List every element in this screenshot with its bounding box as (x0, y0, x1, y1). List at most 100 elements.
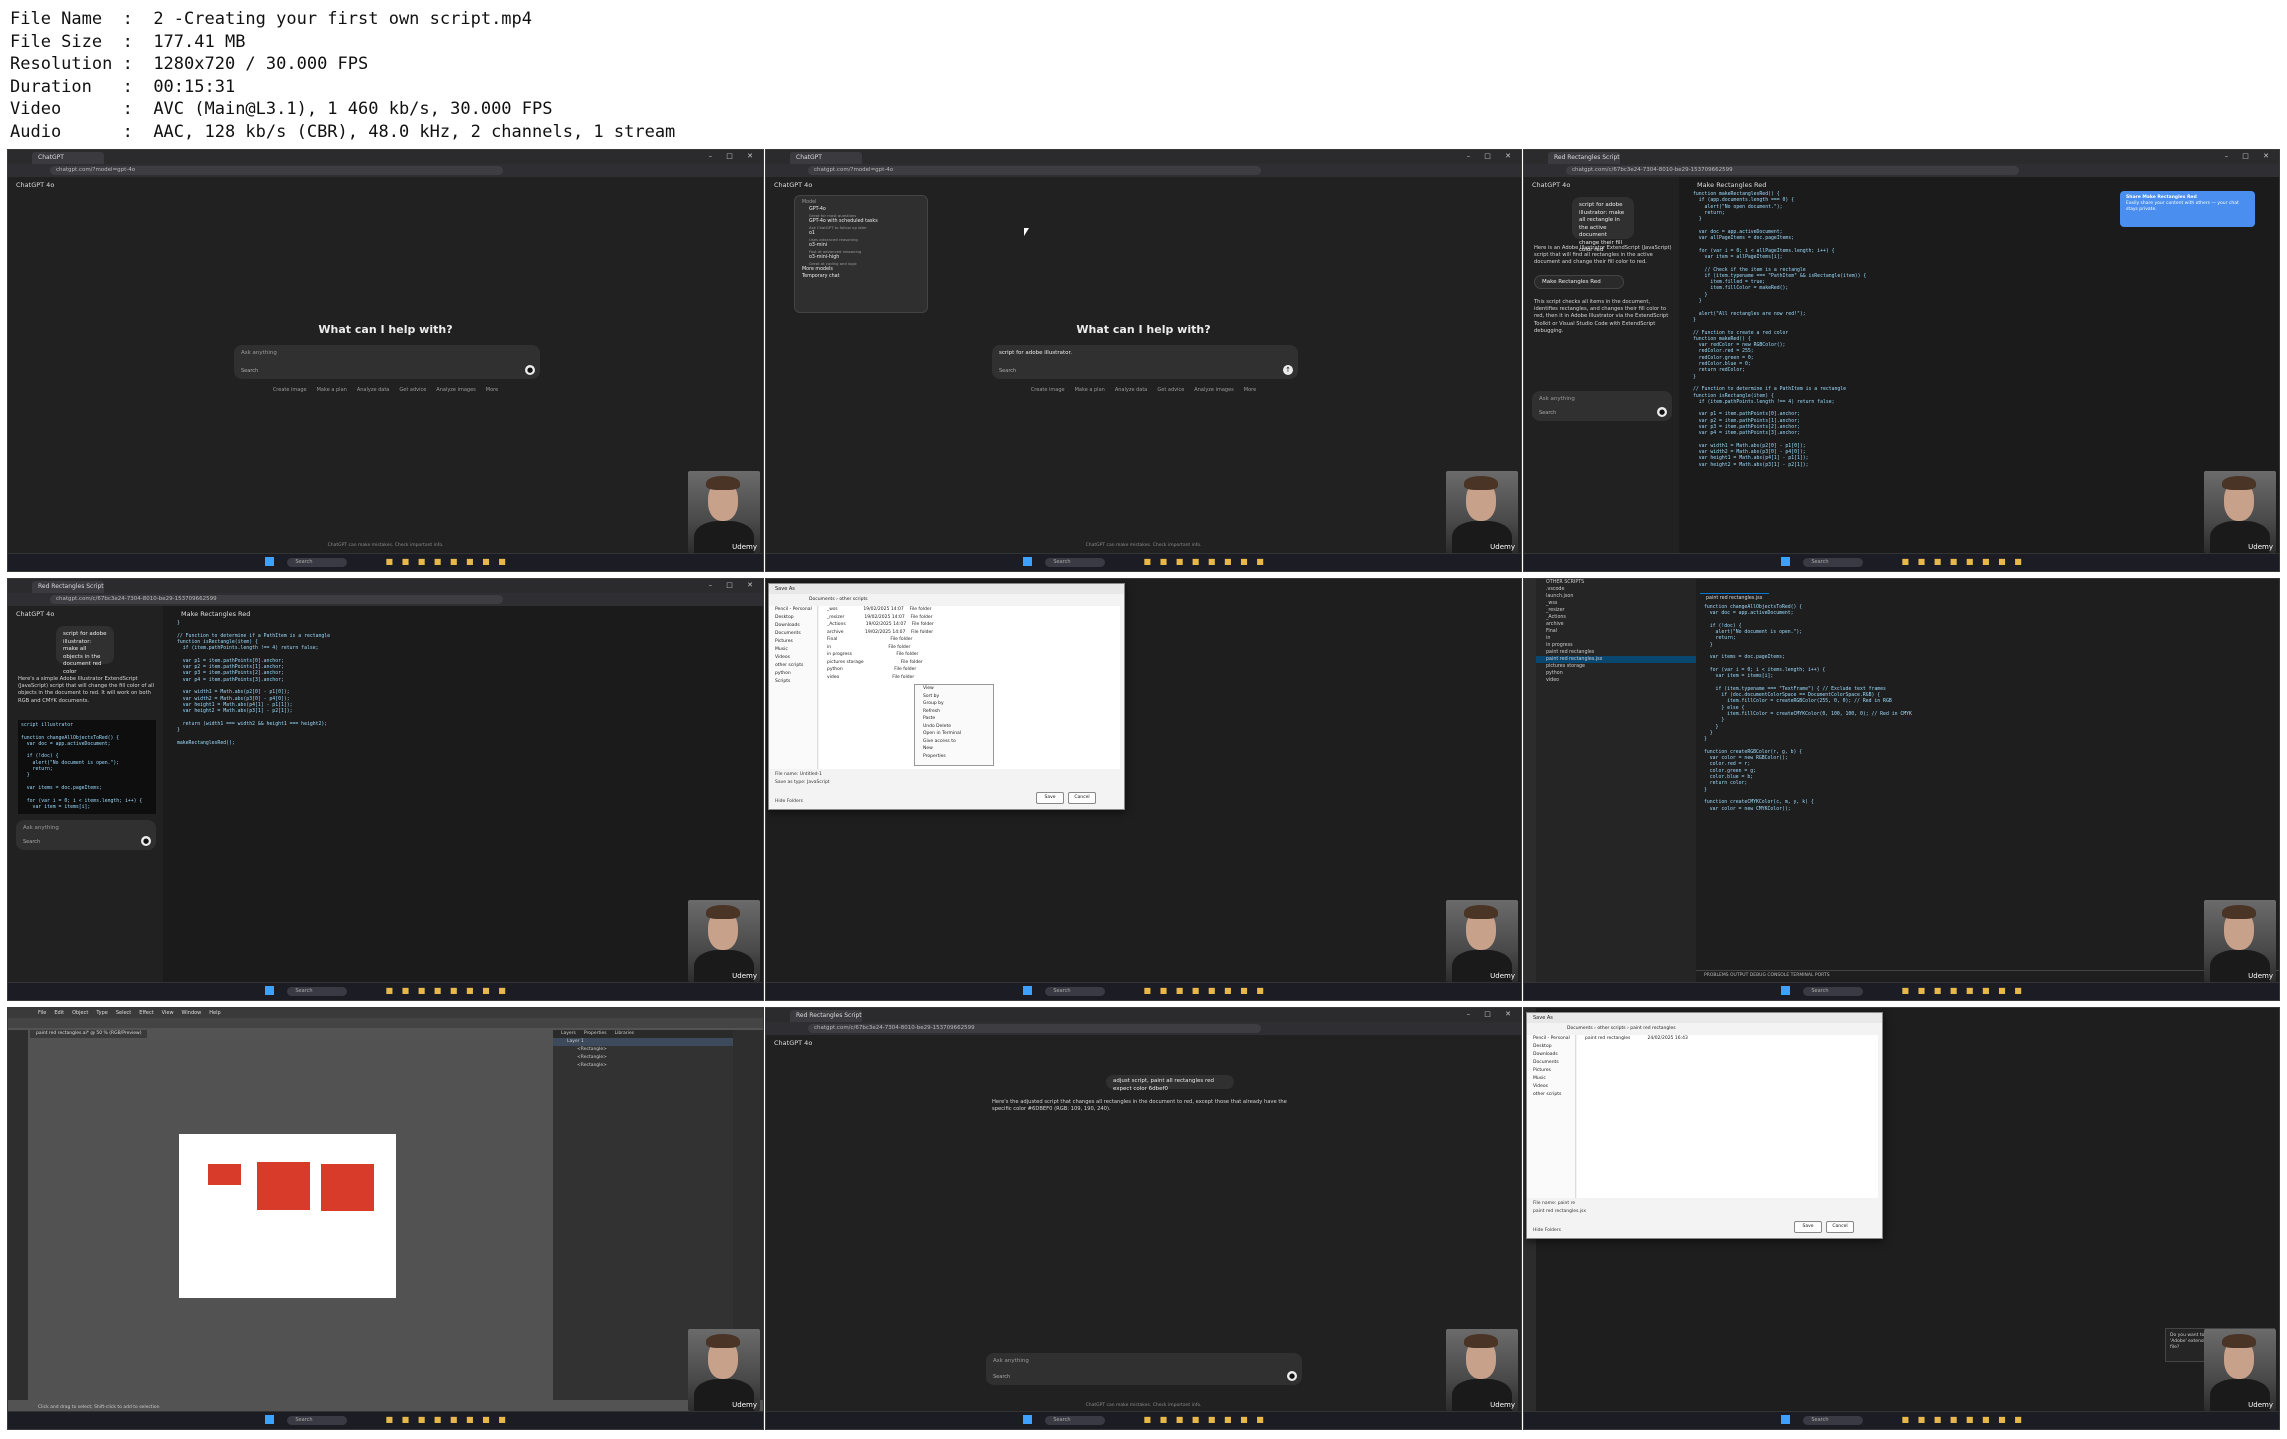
canvas-code[interactable]: } // Function to determine if a PathItem… (177, 621, 330, 747)
context-menu-item[interactable]: Open in Terminal (915, 730, 993, 738)
voice-button[interactable]: ● (1287, 1371, 1297, 1381)
search-tool[interactable]: Search (993, 1374, 1010, 1380)
canvas-code[interactable]: function makeRectanglesRed() { if (app.d… (1693, 192, 1866, 469)
rectangle-1[interactable] (208, 1164, 241, 1185)
explorer-item[interactable]: archive (1536, 621, 1696, 628)
layer-row[interactable]: <Rectangle> (553, 1054, 733, 1062)
url-text[interactable]: chatgpt.com/?model=gpt-4o (50, 166, 503, 175)
file-name-input[interactable]: paint re (1558, 1201, 1575, 1206)
url-text[interactable]: chatgpt.com/c/67bc3e24-7304-8010-be29-15… (1566, 166, 2019, 175)
prompt-box[interactable]: Ask anything Search ● (1532, 391, 1672, 421)
context-menu-item[interactable]: View (915, 685, 993, 693)
control-bar[interactable] (8, 1018, 763, 1028)
nav-item[interactable]: Pencil - Personal (769, 606, 817, 614)
context-menu-item[interactable]: Refresh (915, 708, 993, 716)
explorer-item[interactable]: paint red rectangles.jsx (1536, 656, 1696, 663)
browser-tab[interactable]: ChatGPT (790, 152, 862, 164)
send-button[interactable]: ↑ (1283, 365, 1293, 375)
browser-tab[interactable]: Red Rectangles Script (32, 581, 104, 593)
model-selector[interactable]: ChatGPT 4o (774, 181, 812, 189)
address-bar[interactable]: chatgpt.com/c/67bc3e24-7304-8010-be29-15… (766, 1022, 1521, 1035)
windows-start-icon[interactable] (1022, 557, 1032, 566)
panel-tabs[interactable]: Layers Properties Libraries (553, 1030, 733, 1038)
file-row[interactable]: pictures storage File folder (819, 659, 1120, 667)
file-row[interactable]: python File folder (819, 666, 1120, 674)
context-menu-item[interactable]: Undo Delete (915, 723, 993, 731)
taskbar-search[interactable]: Search (1045, 558, 1106, 567)
windows-start-icon[interactable] (1780, 986, 1790, 995)
hide-folders[interactable]: Hide Folders (775, 799, 803, 804)
explorer-item[interactable]: Final (1536, 628, 1696, 635)
share-toast[interactable]: Share Make Rectangles Red Easily share y… (2120, 191, 2255, 227)
model-option[interactable]: o1 Uses advanced reasoning (795, 230, 927, 242)
illustrator-menubar[interactable]: File Edit Object Type Select Effect View Window… (8, 1008, 763, 1018)
window-controls[interactable]: – □ ✕ (1467, 1010, 1517, 1018)
suggestion-chip[interactable]: Analyze data (357, 387, 390, 393)
explorer-item[interactable]: pictures storage (1536, 663, 1696, 670)
window-controls[interactable]: – □ ✕ (709, 581, 759, 589)
search-tool[interactable]: Search (23, 839, 40, 845)
prompt-box[interactable]: Ask anything Search ● (16, 820, 156, 850)
address-bar[interactable]: chatgpt.com/c/67bc3e24-7304-8010-be29-15… (8, 593, 763, 606)
model-selector[interactable]: ChatGPT 4o (1532, 181, 1570, 189)
file-row[interactable]: in File folder (819, 644, 1120, 652)
nav-item[interactable]: other scripts (1527, 1091, 1575, 1099)
model-option[interactable]: o3-mini-high Great at coding and logic (795, 254, 927, 266)
tools-panel[interactable] (8, 1030, 28, 1400)
explorer-item[interactable]: python (1536, 670, 1696, 677)
taskbar-app-icons[interactable]: ■ ■ ■ ■ ■ ■ ■ ■ (1144, 1415, 1267, 1424)
suggestion-chip[interactable]: Analyze images (436, 387, 475, 393)
explorer-item[interactable]: launch.json (1536, 593, 1696, 600)
rectangle-3[interactable] (321, 1164, 374, 1211)
suggestion-chip[interactable]: Make a plan (1075, 387, 1105, 393)
suggestion-chip[interactable]: Analyze data (1115, 387, 1148, 393)
menu-item[interactable]: Type (96, 1010, 107, 1016)
file-row[interactable]: _resizer 19/02/2025 14:07 File folder (819, 614, 1120, 622)
window-controls[interactable]: – □ ✕ (709, 152, 759, 160)
address-bar[interactable]: chatgpt.com/?model=gpt-4o (8, 164, 763, 177)
windows-start-icon[interactable] (1022, 986, 1032, 995)
windows-start-icon[interactable] (264, 557, 274, 566)
model-option[interactable]: GPT-4o Great for most questions (795, 206, 927, 218)
autocomplete-suggestion[interactable]: paint red rectangles.jsx (1533, 1208, 1878, 1216)
panel-tab[interactable]: Layers (561, 1031, 576, 1036)
file-row[interactable]: _wss 19/02/2025 14:07 File folder (819, 606, 1120, 614)
url-text[interactable]: chatgpt.com/c/67bc3e24-7304-8010-be29-15… (808, 1024, 1261, 1033)
suggestion-chip[interactable]: Create image (273, 387, 307, 393)
context-menu-item[interactable]: Give access to (915, 738, 993, 746)
more-models[interactable]: More models (795, 266, 927, 273)
taskbar-search[interactable]: Search (1803, 1416, 1864, 1425)
save-button[interactable]: Save (1794, 1221, 1822, 1233)
explorer-item[interactable]: paint red rectangles (1536, 649, 1696, 656)
explorer-item[interactable]: _wss (1536, 600, 1696, 607)
browser-tab[interactable]: ChatGPT (32, 152, 104, 164)
document-tab[interactable]: paint red rectangles.ai* @ 50 % (RGB/Pre… (30, 1030, 148, 1038)
canvas-area[interactable] (28, 1039, 553, 1400)
nav-item[interactable]: Music (769, 646, 817, 654)
canvas-card-button[interactable]: Make Rectangles Red (1534, 275, 1624, 289)
url-text[interactable]: chatgpt.com/c/67bc3e24-7304-8010-be29-15… (50, 595, 503, 604)
nav-item[interactable]: python (769, 670, 817, 678)
voice-button[interactable]: ● (1657, 407, 1667, 417)
model-selector[interactable]: ChatGPT 4o (16, 610, 54, 618)
windows-start-icon[interactable] (1022, 1415, 1032, 1424)
nav-item[interactable]: Desktop (1527, 1043, 1575, 1051)
menu-item[interactable]: Effect (139, 1010, 153, 1016)
layer-row[interactable]: Layer 1 (553, 1038, 733, 1046)
taskbar-app-icons[interactable]: ■ ■ ■ ■ ■ ■ ■ ■ (1902, 1415, 2025, 1424)
context-menu-item[interactable]: Sort by (915, 693, 993, 701)
windows-start-icon[interactable] (1780, 557, 1790, 566)
file-row[interactable]: in progress File folder (819, 651, 1120, 659)
hide-folders[interactable]: Hide Folders (1533, 1228, 1561, 1233)
nav-item[interactable]: Documents (1527, 1059, 1575, 1067)
context-menu-item[interactable]: New (915, 745, 993, 753)
layer-row[interactable]: <Rectangle> (553, 1046, 733, 1054)
taskbar-search[interactable]: Search (1803, 987, 1864, 996)
panel-tab[interactable]: Libraries (615, 1031, 634, 1036)
windows-start-icon[interactable] (264, 1415, 274, 1424)
explorer-item[interactable]: _resizer (1536, 607, 1696, 614)
menu-item[interactable]: File (38, 1010, 46, 1016)
file-row[interactable]: Final File folder (819, 636, 1120, 644)
save-button[interactable]: Save (1036, 792, 1064, 804)
panel-tab[interactable]: Properties (584, 1031, 607, 1036)
